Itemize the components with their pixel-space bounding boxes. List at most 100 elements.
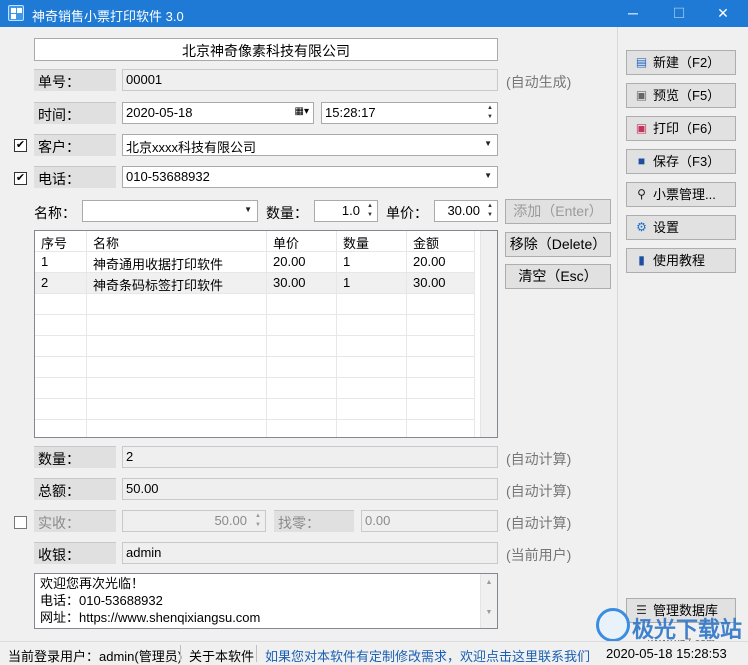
received-field: 50.00 ▲ ▼ bbox=[122, 510, 266, 532]
about-link[interactable]: 关于本软件 bbox=[189, 646, 254, 665]
customer-label: 客户： bbox=[34, 134, 116, 156]
chevron-down-icon[interactable]: ▼ bbox=[484, 171, 492, 180]
add-item-button[interactable]: 添加（Enter） bbox=[505, 199, 611, 224]
chevron-down-icon[interactable]: ▼ bbox=[244, 205, 252, 214]
table-scrollbar[interactable] bbox=[480, 231, 497, 437]
tutorial-button[interactable]: ▮ 使用教程 bbox=[626, 248, 736, 273]
delete-item-button[interactable]: 移除（Delete） bbox=[505, 232, 611, 257]
received-checkbox[interactable] bbox=[14, 516, 27, 529]
received-spinner-icon: ▲ ▼ bbox=[255, 513, 261, 528]
phone-label: 电话： bbox=[34, 166, 116, 188]
cell-amount: 20.00 bbox=[407, 252, 475, 273]
preview-button-label: 预览（F5） bbox=[653, 88, 721, 103]
new-document-icon: ▤ bbox=[635, 55, 648, 69]
total-field: 50.00 bbox=[122, 478, 498, 500]
chevron-down-icon[interactable]: ▼ bbox=[484, 139, 492, 148]
status-datetime: 2020-05-18 15:28:53 bbox=[606, 646, 727, 661]
print-button-label: 打印（F6） bbox=[653, 121, 721, 136]
column-header: 金额 bbox=[407, 231, 475, 252]
cell-price: 20.00 bbox=[267, 252, 337, 273]
preview-printer-icon: ▣ bbox=[635, 88, 648, 102]
empty-row bbox=[35, 336, 475, 357]
item-qty-field[interactable]: 1.0 ▲ ▼ bbox=[314, 200, 378, 222]
table-row[interactable]: 1 神奇通用收据打印软件 20.00 1 20.00 bbox=[35, 252, 475, 273]
status-user: 当前登录用户：admin(管理员) bbox=[8, 649, 183, 664]
maximize-button[interactable]: ☐ bbox=[656, 0, 702, 27]
date-picker[interactable]: 2020-05-18 ▦▾ bbox=[122, 102, 314, 124]
preview-button[interactable]: ▣ 预览（F5） bbox=[626, 83, 736, 108]
manage-receipts-button[interactable]: ⚲ 小票管理... bbox=[626, 182, 736, 207]
order-no-hint: (自动生成) bbox=[506, 74, 572, 90]
item-name-label: 名称： bbox=[34, 205, 76, 221]
footer-line: 欢迎您再次光临！ bbox=[40, 576, 145, 591]
qty-spinner-icon[interactable]: ▲ ▼ bbox=[364, 202, 376, 220]
order-no-label: 单号： bbox=[34, 69, 116, 91]
close-button[interactable]: ✕ bbox=[700, 0, 746, 27]
printer-icon: ▣ bbox=[635, 121, 648, 135]
shop-name-field[interactable]: 北京神奇像素科技有限公司 bbox=[34, 38, 498, 61]
time-picker[interactable]: 15:28:17 ▲ ▼ bbox=[321, 102, 498, 124]
cashier-field: admin bbox=[122, 542, 498, 564]
date-value: 2020-05-18 bbox=[126, 105, 193, 120]
tutorial-button-label: 使用教程 bbox=[653, 253, 706, 268]
footer-line: 网址：https://www.shenqixiangsu.com bbox=[40, 610, 261, 625]
item-qty-label: 数量： bbox=[266, 205, 308, 221]
change-label: 找零： bbox=[274, 510, 354, 532]
phone-value: 010-53688932 bbox=[126, 169, 210, 184]
empty-row bbox=[35, 357, 475, 378]
title-bar: 神奇销售小票打印软件 3.0 ─ ☐ ✕ bbox=[0, 0, 748, 27]
magnifier-icon: ⚲ bbox=[637, 187, 646, 201]
total-hint: (自动计算) bbox=[506, 483, 572, 499]
empty-row bbox=[35, 420, 475, 437]
total-label: 总额： bbox=[34, 478, 116, 500]
minimize-button[interactable]: ─ bbox=[610, 0, 656, 27]
footer-line: 电话：010-53688932 bbox=[40, 593, 163, 608]
app-icon bbox=[8, 5, 24, 21]
customer-checkbox[interactable]: ✔ bbox=[14, 139, 27, 152]
cell-qty: 1 bbox=[337, 252, 407, 273]
contact-link[interactable]: 如果您对本软件有定制修改需求，欢迎点击这里联系我们 bbox=[265, 646, 590, 665]
item-qty-value: 1.0 bbox=[341, 203, 360, 218]
save-button[interactable]: ■ 保存（F3） bbox=[626, 149, 736, 174]
item-price-value: 30.00 bbox=[447, 203, 480, 218]
save-button-label: 保存（F3） bbox=[653, 154, 721, 169]
gear-icon: ⚙ bbox=[636, 220, 647, 234]
customer-combo[interactable]: 北京xxxx科技有限公司 ▼ bbox=[122, 134, 498, 156]
price-spinner-icon[interactable]: ▲ ▼ bbox=[484, 202, 496, 220]
phone-combo[interactable]: 010-53688932 ▼ bbox=[122, 166, 498, 188]
column-header: 序号 bbox=[35, 231, 87, 252]
column-header: 单价 bbox=[267, 231, 337, 252]
table-row[interactable]: 2 神奇条码标签打印软件 30.00 1 30.00 bbox=[35, 273, 475, 294]
cashier-hint: (当前用户) bbox=[506, 547, 572, 563]
manage-receipts-label: 小票管理... bbox=[653, 187, 716, 202]
settings-button-label: 设置 bbox=[653, 220, 680, 235]
empty-row bbox=[35, 399, 475, 420]
clear-items-button[interactable]: 清空（Esc） bbox=[505, 264, 611, 289]
received-hint: (自动计算) bbox=[506, 515, 572, 531]
new-button[interactable]: ▤ 新建（F2） bbox=[626, 50, 736, 75]
floppy-disk-icon: ■ bbox=[637, 154, 646, 168]
cell-price: 30.00 bbox=[267, 273, 337, 294]
phone-checkbox[interactable]: ✔ bbox=[14, 172, 27, 185]
book-icon: ▮ bbox=[638, 253, 645, 267]
item-name-combo[interactable]: ▼ bbox=[82, 200, 258, 222]
sum-qty-field: 2 bbox=[122, 446, 498, 468]
item-price-label: 单价： bbox=[386, 205, 428, 221]
sidebar-divider bbox=[617, 27, 618, 641]
calendar-dropdown-icon[interactable]: ▦▾ bbox=[295, 106, 309, 117]
received-label: 实收： bbox=[34, 510, 116, 532]
time-spinner-icon[interactable]: ▲ ▼ bbox=[484, 104, 496, 122]
cell-index: 1 bbox=[35, 252, 87, 273]
cashier-label: 收银： bbox=[34, 542, 116, 564]
cell-amount: 30.00 bbox=[407, 273, 475, 294]
items-table[interactable]: 序号 名称 单价 数量 金额 1 神奇通用收据打印软件 20.00 1 20.0… bbox=[34, 230, 498, 438]
item-price-field[interactable]: 30.00 ▲ ▼ bbox=[434, 200, 498, 222]
footer-textarea[interactable]: 欢迎您再次光临！ 电话：010-53688932 网址：https://www.… bbox=[34, 573, 498, 629]
new-button-label: 新建（F2） bbox=[653, 55, 721, 70]
customer-value: 北京xxxx科技有限公司 bbox=[126, 140, 257, 155]
textarea-scrollbar[interactable]: ▲ ▼ bbox=[480, 574, 497, 628]
order-no-field: 00001 bbox=[122, 69, 498, 91]
print-button[interactable]: ▣ 打印（F6） bbox=[626, 116, 736, 141]
window-title: 神奇销售小票打印软件 3.0 bbox=[32, 9, 184, 24]
settings-button[interactable]: ⚙ 设置 bbox=[626, 215, 736, 240]
